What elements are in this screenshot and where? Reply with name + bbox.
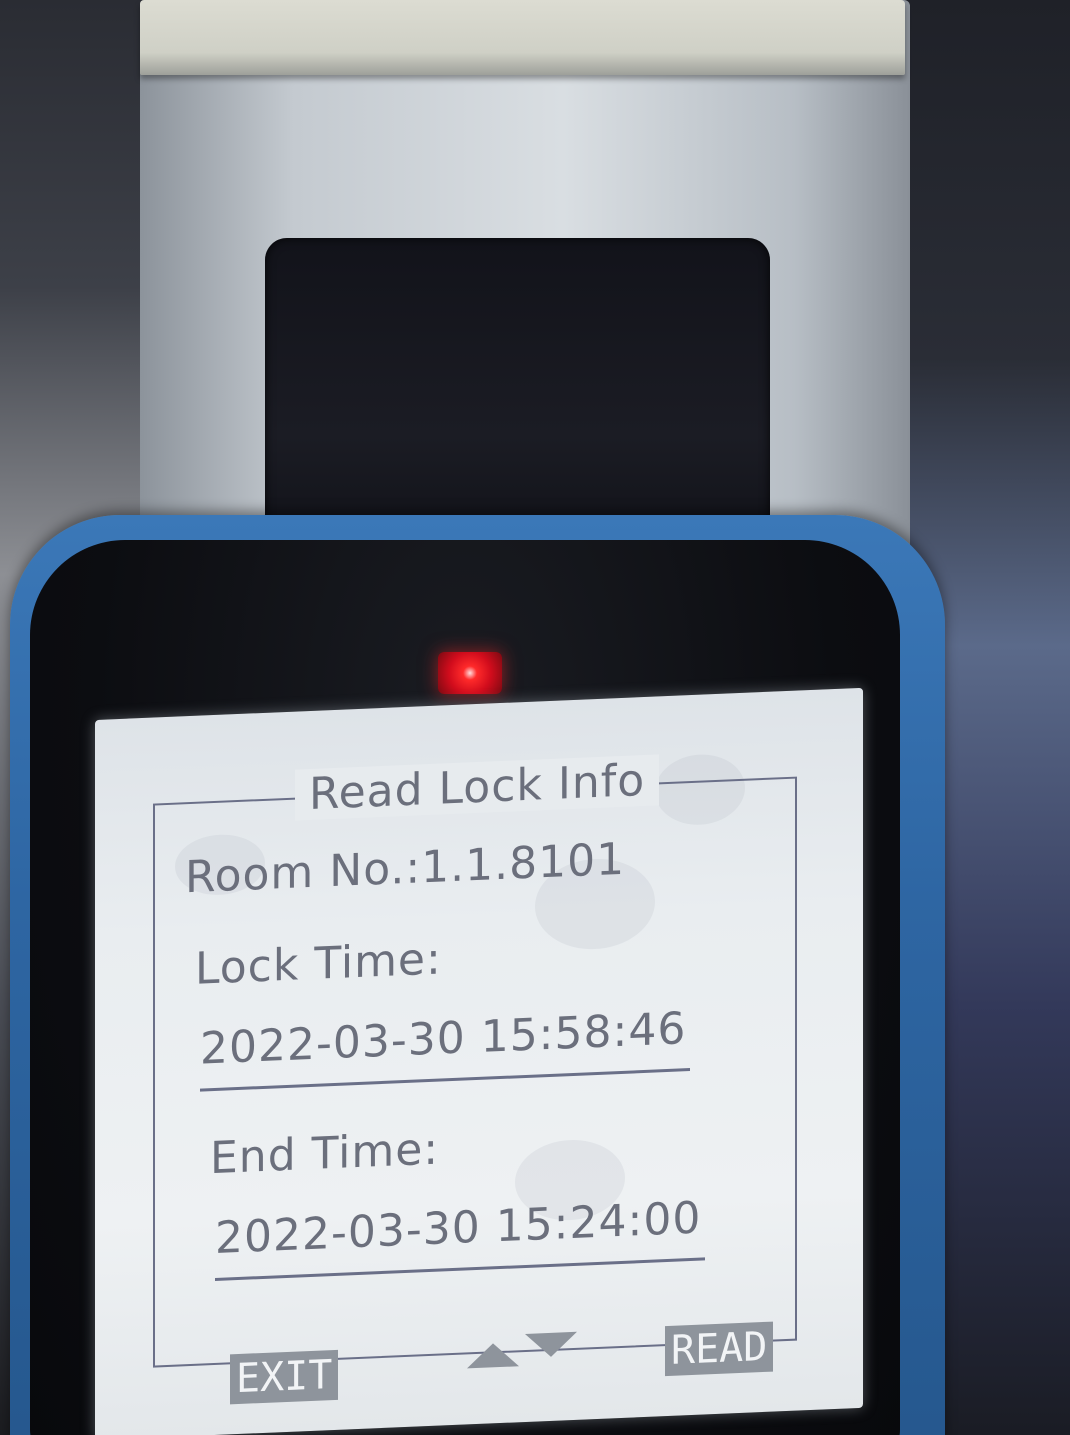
lock-time-value: 2022-03-30 15:58:46 xyxy=(200,1003,687,1075)
lock-info-panel: Read Lock Info Room No.:1.1.8101 Lock Ti… xyxy=(153,754,797,1368)
read-softkey[interactable]: READ xyxy=(665,1321,774,1377)
lock-time-underline xyxy=(200,1068,690,1092)
triangle-down-icon[interactable] xyxy=(525,1331,577,1358)
triangle-up-icon[interactable] xyxy=(467,1342,519,1369)
exit-softkey[interactable]: EXIT xyxy=(230,1349,339,1405)
panel-title: Read Lock Info xyxy=(295,754,660,821)
photo-scene: Read Lock Info Room No.:1.1.8101 Lock Ti… xyxy=(0,0,1070,1435)
end-time-underline xyxy=(215,1257,705,1281)
door-lock-cap xyxy=(140,0,905,75)
lcd-screen: Read Lock Info Room No.:1.1.8101 Lock Ti… xyxy=(95,687,863,1435)
red-led-indicator-icon xyxy=(438,652,502,694)
end-time-value: 2022-03-30 15:24:00 xyxy=(215,1192,702,1264)
room-number: Room No.:1.1.8101 xyxy=(185,833,626,904)
end-time-label: End Time: xyxy=(210,1123,440,1185)
lock-time-label: Lock Time: xyxy=(195,933,442,995)
